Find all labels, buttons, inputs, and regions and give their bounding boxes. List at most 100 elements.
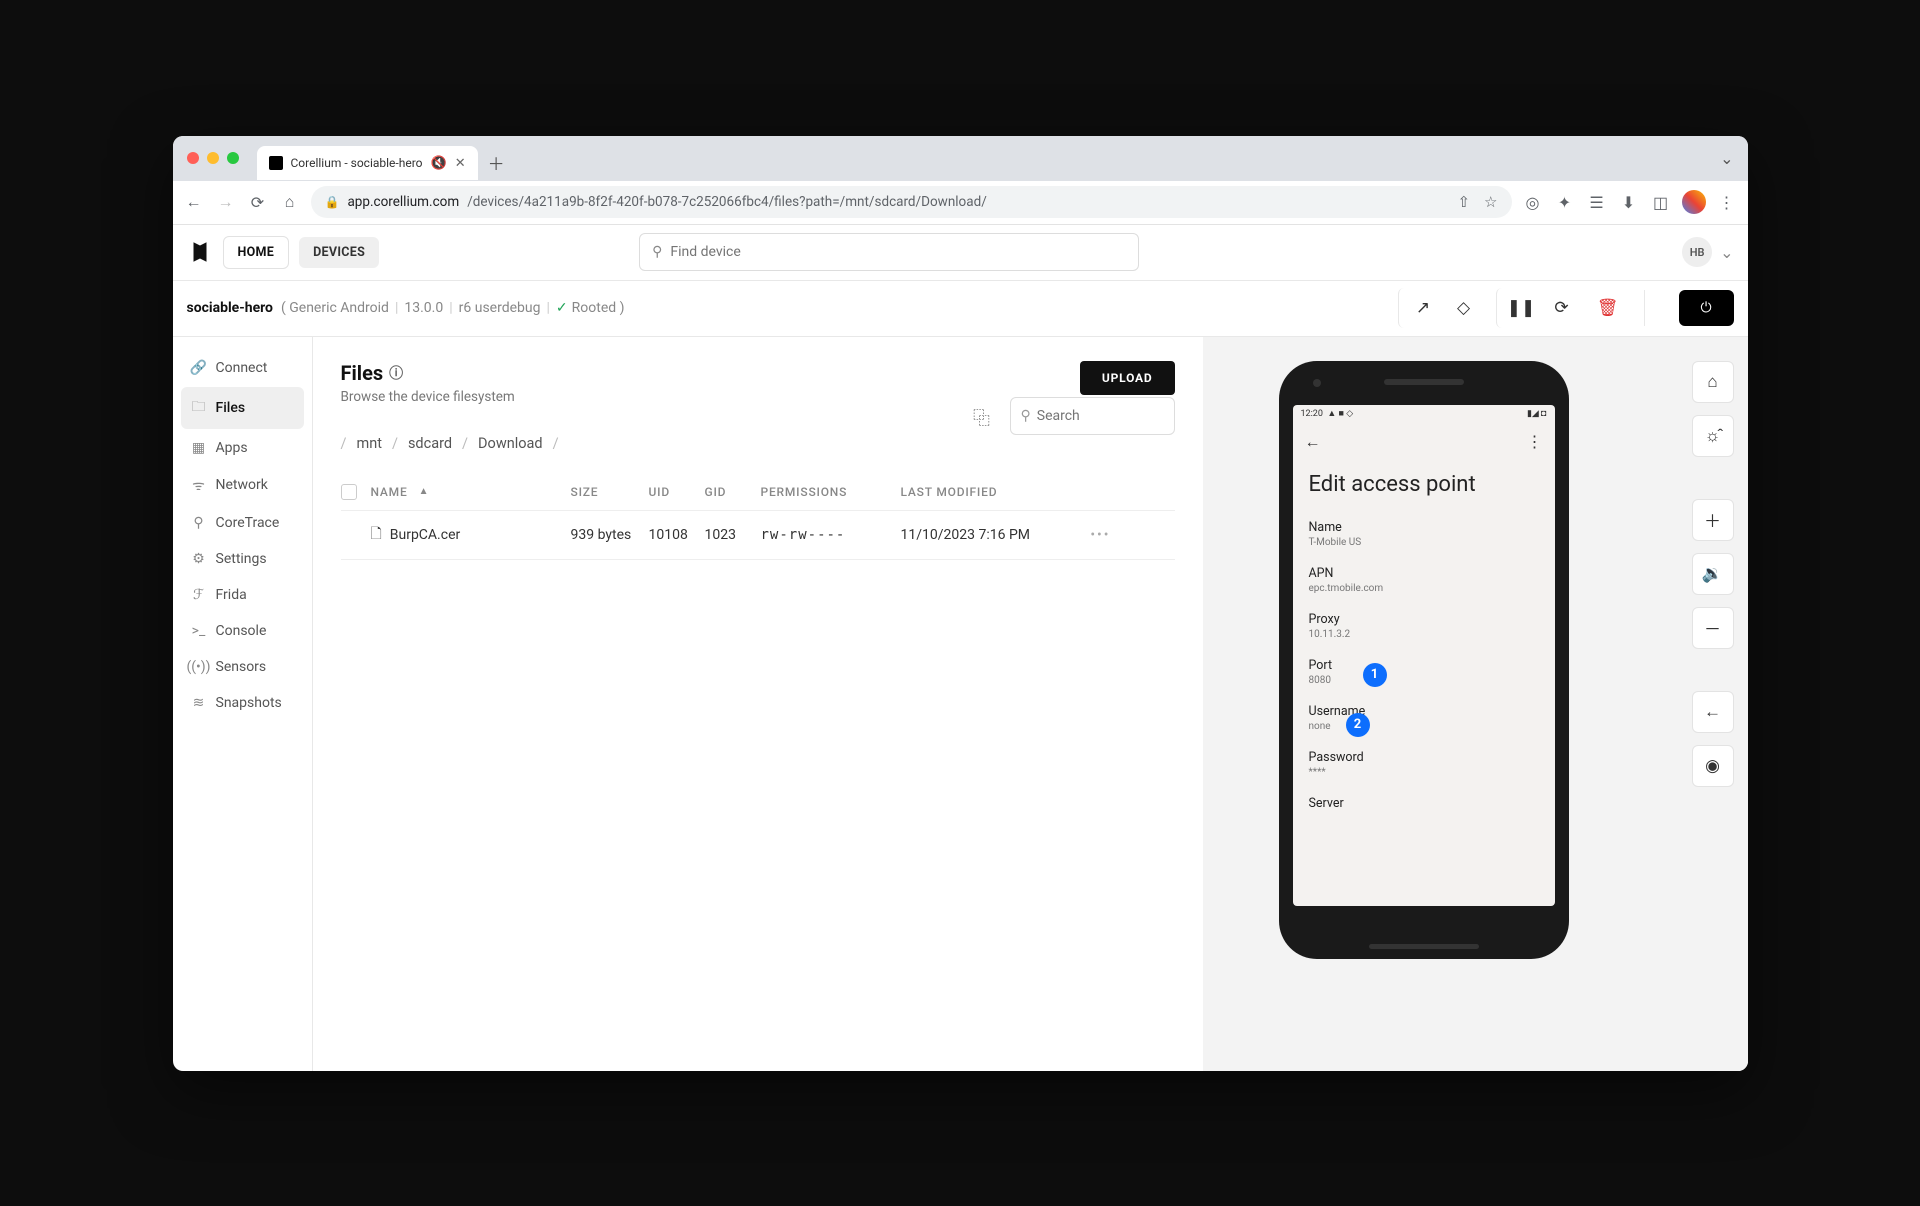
home-button[interactable]: ⌂ — [279, 192, 301, 212]
downloads-icon[interactable]: ⬇ — [1618, 193, 1640, 212]
trash-icon[interactable]: 🗑 — [1588, 288, 1628, 328]
sidebar-item-apps[interactable]: ▦ Apps — [181, 431, 304, 465]
breadcrumb-segment[interactable]: Download — [478, 435, 543, 452]
new-tab-button[interactable]: ＋ — [488, 150, 505, 175]
nav-devices[interactable]: DEVICES — [299, 237, 379, 268]
user-avatar[interactable]: HB — [1682, 237, 1712, 267]
folder-icon: 🗀 — [191, 396, 207, 420]
col-gid[interactable]: GID — [705, 485, 761, 499]
window-maximize[interactable] — [227, 152, 239, 164]
chrome-menu-icon[interactable]: ⋮ — [1716, 193, 1738, 212]
profile-avatar[interactable] — [1682, 190, 1706, 214]
sidebar-item-snapshots[interactable]: ≋ Snapshots — [181, 686, 304, 720]
back-button[interactable]: ← — [183, 192, 205, 212]
chevron-down-icon[interactable]: ⌄ — [1720, 243, 1733, 262]
link-icon: 🔗 — [191, 360, 207, 376]
col-size[interactable]: SIZE — [571, 485, 649, 499]
apn-field[interactable]: Password**** — [1293, 741, 1555, 787]
sidebar-item-coretrace[interactable]: ⚲CoreTrace — [181, 506, 304, 540]
find-device-input[interactable]: ⚲ — [639, 233, 1139, 271]
file-name: BurpCA.cer — [390, 527, 460, 543]
select-all-checkbox[interactable] — [341, 484, 357, 500]
sidebar-item-label: Apps — [216, 440, 248, 456]
window-minimize[interactable] — [207, 152, 219, 164]
zoom-out-icon[interactable]: － — [1692, 607, 1734, 649]
sidebar-item-label: Sensors — [216, 659, 267, 675]
device-upload-icon[interactable]: ☼̂ — [1692, 415, 1734, 457]
sort-asc-icon: ▲ — [419, 486, 430, 497]
sidebar-item-network[interactable]: ᯤNetwork — [181, 467, 304, 504]
copy-path-icon[interactable]: ⿻ — [964, 398, 1000, 434]
url-field[interactable]: 🔒 app.corellium.com/devices/4a211a9b-8f2… — [311, 186, 1512, 218]
table-row[interactable]: 🗋BurpCA.cer939 bytes101081023rw-rw----11… — [341, 511, 1175, 560]
upload-button[interactable]: UPLOAD — [1080, 361, 1175, 395]
reload-button[interactable]: ⟳ — [247, 193, 269, 212]
favicon — [269, 156, 283, 170]
col-modified[interactable]: LAST MODIFIED — [901, 485, 1071, 499]
sidepanel-icon[interactable]: ◫ — [1650, 193, 1672, 212]
forward-button[interactable]: → — [215, 192, 237, 212]
share-icon[interactable]: ⇧ — [1457, 193, 1470, 211]
device-name: sociable-hero — [187, 300, 273, 316]
apn-field[interactable]: Usernamenone — [1293, 695, 1555, 741]
browser-tab[interactable]: Corellium - sociable-hero 🔇 ✕ — [257, 146, 478, 180]
volume-icon[interactable]: 🔉 — [1692, 553, 1734, 595]
sidebar-item-connect[interactable]: 🔗 Connect — [181, 351, 304, 385]
col-permissions[interactable]: PERMISSIONS — [761, 485, 901, 499]
grid-icon: ▦ — [191, 440, 207, 456]
apn-field[interactable]: Server — [1293, 787, 1555, 822]
apn-field[interactable]: NameT-Mobile US — [1293, 511, 1555, 557]
gear-icon: ⚙ — [191, 551, 207, 567]
pause-icon[interactable]: ❚❚ — [1496, 288, 1536, 328]
sidebar-item-label: Settings — [216, 551, 267, 567]
power-button[interactable]: ⏻ — [1679, 290, 1734, 326]
window-close[interactable] — [187, 152, 199, 164]
breadcrumb-segment[interactable]: mnt — [356, 435, 381, 452]
sidebar: 🔗 Connect 🗀Files ▦ Apps ᯤNetwork⚲CoreTrace ⚙ Se… — [173, 337, 313, 1071]
search-files-input[interactable]: ⚲ — [1010, 397, 1175, 435]
open-external-icon[interactable]: ↗ — [1398, 288, 1438, 328]
rotate-icon[interactable]: ◇ — [1444, 288, 1484, 328]
tab-overflow-icon[interactable]: ⌄ — [1720, 149, 1733, 168]
col-uid[interactable]: UID — [649, 485, 705, 499]
tab-close-icon[interactable]: ✕ — [455, 156, 466, 171]
refresh-icon[interactable]: ⟳ — [1542, 288, 1582, 328]
corellium-logo[interactable] — [187, 239, 213, 265]
fingerprint-icon[interactable]: ◉ — [1692, 745, 1734, 787]
annotation-marker: 2 — [1346, 713, 1370, 737]
apn-field[interactable]: APNepc.tmobile.com — [1293, 557, 1555, 603]
url-domain: app.corellium.com — [347, 194, 459, 210]
device-home-icon[interactable]: ⌂ — [1692, 361, 1734, 403]
annotation-marker: 1 — [1363, 663, 1387, 687]
apn-field[interactable]: Proxy10.11.3.2 — [1293, 603, 1555, 649]
tab-mute-icon[interactable]: 🔇 — [431, 156, 447, 171]
row-menu-icon[interactable]: ••• — [1071, 527, 1111, 543]
sidebar-item-console[interactable]: >_Console — [181, 614, 304, 648]
page-subtitle: Browse the device filesystem — [341, 389, 515, 405]
zoom-in-icon[interactable]: ＋ — [1692, 499, 1734, 541]
extensions-icon[interactable]: ✦ — [1554, 193, 1576, 212]
sidebar-item-sensors[interactable]: ((•)) Sensors — [181, 650, 304, 684]
layers-icon: ≋ — [191, 695, 207, 711]
sidebar-item-frida[interactable]: ℱFrida — [181, 578, 304, 612]
apn-field[interactable]: Port8080 — [1293, 649, 1555, 695]
device-back-icon[interactable]: ← — [1692, 691, 1734, 733]
extension-icon-1[interactable]: ◎ — [1522, 193, 1544, 212]
phone-screen-title: Edit access point — [1293, 462, 1555, 511]
sidebar-item-files[interactable]: 🗀Files — [181, 387, 304, 429]
sidebar-item-label: Snapshots — [216, 695, 282, 711]
nav-home[interactable]: HOME — [223, 236, 290, 269]
sidebar-item-label: Console — [216, 623, 267, 639]
phone-back-icon[interactable]: ← — [1305, 432, 1321, 452]
sidebar-item-settings[interactable]: ⚙ Settings — [181, 542, 304, 576]
tab-title: Corellium - sociable-hero — [291, 156, 423, 170]
sensors-icon: ((•)) — [191, 659, 207, 675]
sidebar-item-label: Network — [216, 477, 268, 493]
phone-menu-icon[interactable]: ⋮ — [1527, 432, 1543, 452]
help-icon[interactable]: ⓘ — [389, 363, 403, 383]
col-name[interactable]: NAME▲ — [371, 485, 571, 499]
bookmark-icon[interactable]: ☆ — [1484, 193, 1497, 211]
sidebar-item-label: Connect — [216, 360, 268, 376]
breadcrumb-segment[interactable]: sdcard — [408, 435, 452, 452]
reading-list-icon[interactable]: ☰ — [1586, 193, 1608, 212]
